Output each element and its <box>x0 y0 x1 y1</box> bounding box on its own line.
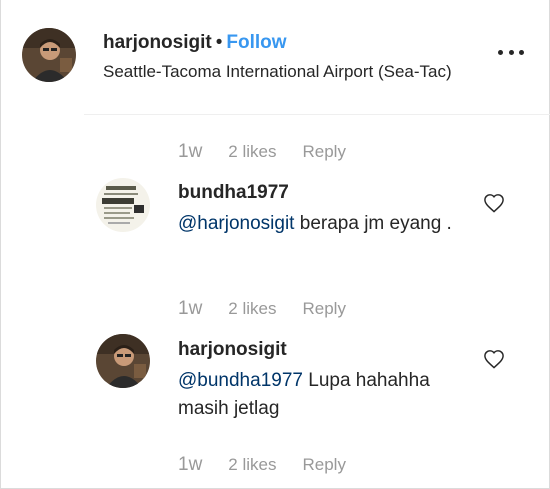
header-divider <box>84 114 550 115</box>
comment-likes[interactable]: 2 likes <box>228 299 276 319</box>
reply-button[interactable]: Reply <box>302 455 345 475</box>
commenter-avatar[interactable] <box>96 178 150 232</box>
comment-time[interactable]: 1w <box>178 298 202 320</box>
comment-meta: 1w 2 likes Reply <box>178 298 346 320</box>
author-avatar[interactable] <box>22 28 76 82</box>
comment-text: @bundha1977 Lupa hahahha masih jetlag <box>178 367 468 423</box>
comment-meta: 1w 2 likes Reply <box>178 454 346 476</box>
separator-dot: • <box>215 32 223 53</box>
heart-outline-icon[interactable] <box>483 349 505 369</box>
dot-icon <box>508 49 514 55</box>
mention-link[interactable]: @bundha1977 <box>178 370 303 391</box>
comment-likes[interactable]: 2 likes <box>228 142 276 162</box>
mention-link[interactable]: @harjonosigit <box>178 213 294 234</box>
comment-body: berapa jm eyang . <box>294 213 452 234</box>
author-line: harjonosigit • Follow <box>103 32 287 54</box>
more-options-icon[interactable] <box>498 47 524 57</box>
reply-button[interactable]: Reply <box>302 299 345 319</box>
post-header: harjonosigit • Follow Seattle-Tacoma Inter… <box>0 0 550 115</box>
heart-outline-icon[interactable] <box>483 193 505 213</box>
dot-icon <box>519 49 524 55</box>
comment-likes[interactable]: 2 likes <box>228 455 276 475</box>
follow-button[interactable]: Follow <box>226 32 286 53</box>
location-link[interactable]: Seattle-Tacoma International Airport (Se… <box>103 62 452 82</box>
commenter-username[interactable]: bundha1977 <box>178 182 289 204</box>
reply-button[interactable]: Reply <box>302 142 345 162</box>
commenter-username[interactable]: harjonosigit <box>178 339 287 361</box>
comment-text: @harjonosigit berapa jm eyang . <box>178 210 468 238</box>
comment-time[interactable]: 1w <box>178 454 202 476</box>
comment-meta: 1w 2 likes Reply <box>178 141 346 163</box>
commenter-avatar[interactable] <box>96 334 150 388</box>
dot-icon <box>498 49 503 55</box>
comment-time[interactable]: 1w <box>178 141 202 163</box>
author-username[interactable]: harjonosigit <box>103 32 212 53</box>
